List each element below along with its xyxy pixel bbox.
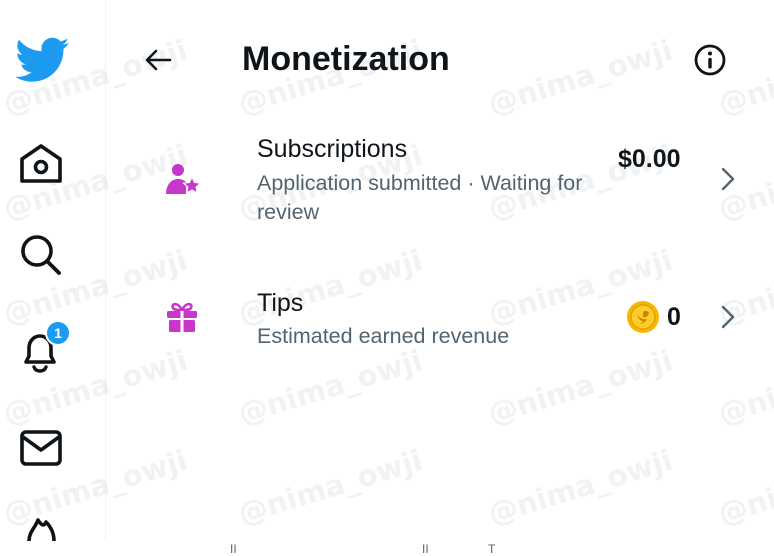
arrow-left-icon (145, 49, 172, 71)
person-star-icon (166, 164, 202, 195)
notification-badge: 1 (45, 320, 71, 346)
bottom-text-fragment: II (230, 542, 237, 556)
subscriptions-status: Application submitted · Waiting for revi… (257, 171, 583, 224)
tips-subtitle: Estimated earned revenue (257, 324, 510, 348)
watermark: @nima_owji (714, 442, 774, 532)
gold-coin-icon (627, 301, 659, 333)
search-icon[interactable] (18, 232, 64, 278)
back-button[interactable] (136, 38, 180, 82)
bottom-text-fragment: T (488, 542, 496, 556)
page-title: Monetization (242, 40, 450, 78)
subscriptions-row[interactable]: Subscriptions Application submitted · Wa… (106, 120, 774, 240)
info-button[interactable] (690, 40, 730, 80)
info-circle-icon (694, 44, 726, 76)
watermark: @nima_owji (484, 442, 677, 532)
watermark: @nima_owji (484, 32, 677, 122)
subscriptions-title: Subscriptions (257, 135, 408, 163)
watermark: @nima_owji (234, 442, 427, 532)
home-icon[interactable] (18, 142, 64, 186)
tips-amount: 0 (667, 303, 681, 331)
gift-icon (167, 302, 197, 332)
tips-title: Tips (257, 289, 304, 317)
sidebar: 1 (0, 0, 106, 541)
subscriptions-amount: $0.00 (618, 145, 681, 173)
mail-icon[interactable] (19, 428, 63, 468)
chevron-right-icon (721, 305, 735, 329)
chevron-right-icon (721, 167, 735, 191)
bottom-text-fragment: II (422, 542, 429, 556)
flame-icon[interactable] (21, 516, 61, 541)
twitter-bird-icon[interactable] (16, 37, 70, 83)
tips-row[interactable]: Tips Estimated earned revenue 0 (106, 270, 774, 365)
